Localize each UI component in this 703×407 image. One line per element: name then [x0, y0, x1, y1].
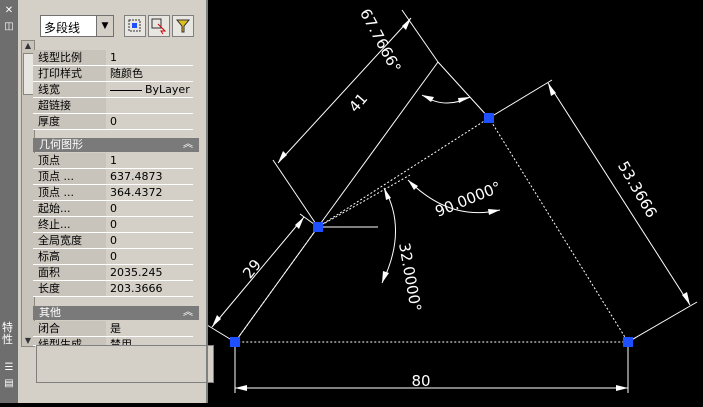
geom-row-vertex[interactable]: 顶点 1 [33, 153, 193, 169]
prop-value[interactable]: 637.4873 [107, 169, 193, 184]
close-icon[interactable]: ✕ [3, 6, 15, 16]
geom-row-elevation[interactable]: 标高 0 [33, 249, 193, 265]
grip-vertex-3[interactable] [484, 113, 494, 123]
description-box [36, 345, 214, 383]
prop-value[interactable] [107, 98, 193, 113]
select-objects-icon [151, 18, 167, 35]
prop-label: 标高 [33, 249, 106, 264]
prop-label: 面积 [33, 265, 106, 280]
section-geometry-header[interactable]: 几何图形 ︽ [33, 138, 199, 152]
geom-row-length[interactable]: 长度 203.3666 [33, 281, 193, 297]
palette-title-strip[interactable]: ✕ ◫ 特性 ☰ ▤ [0, 0, 18, 403]
grip-vertex-4[interactable] [623, 337, 633, 347]
misc-row-closed[interactable]: 闭合 是 [33, 321, 193, 337]
prop-value: 203.3666 [107, 281, 193, 296]
prop-label: 厚度 [33, 114, 106, 129]
select-objects-button[interactable] [148, 15, 170, 37]
prop-row-lineweight[interactable]: 线宽 ByLayer [33, 82, 193, 98]
quick-select-button[interactable] [124, 15, 146, 37]
properties-palette: ✕ ◫ 特性 ☰ ▤ ▲ ▼ 多段线 ▼ 线型比例 1 打印样式 随颜色 线宽 … [0, 0, 214, 403]
selected-polyline [234, 117, 629, 343]
prop-label: 终止... [33, 217, 106, 232]
geom-row-vertex-y[interactable]: 顶点 ... 364.4372 [33, 185, 193, 201]
grip-vertex-1[interactable] [230, 337, 240, 347]
prop-value: 2035.245 [107, 265, 193, 280]
dim-text-right: 53.3666 [614, 158, 661, 221]
lineweight-sample-icon [110, 89, 142, 91]
prop-label: 顶点 [33, 153, 106, 168]
palette-title: 特性 [2, 321, 13, 346]
prop-label: 顶点 ... [33, 185, 106, 200]
geom-row-vertex-x[interactable]: 顶点 ... 637.4873 [33, 169, 193, 185]
palette-border [206, 0, 208, 403]
prop-value[interactable]: 是 [107, 321, 193, 336]
prop-label: 超链接 [33, 98, 106, 113]
lineweight-text: ByLayer [145, 83, 190, 96]
section-title: 其他 [39, 306, 61, 319]
construction-line [317, 61, 439, 228]
prop-value[interactable]: 0 [107, 201, 193, 216]
prop-label: 线宽 [33, 82, 106, 97]
prop-value[interactable]: 0 [107, 249, 193, 264]
collapse-icon[interactable]: ︽ [183, 138, 193, 152]
properties-menu-icon[interactable]: ☰ [3, 363, 15, 373]
geom-row-global-width[interactable]: 全局宽度 0 [33, 233, 193, 249]
auto-hide-icon[interactable]: ◫ [3, 22, 15, 32]
prop-label: 起始... [33, 201, 106, 216]
geom-row-area[interactable]: 面积 2035.245 [33, 265, 193, 281]
prop-value[interactable]: 1 [107, 153, 193, 168]
prop-label: 长度 [33, 281, 106, 296]
quick-select-icon [128, 19, 141, 32]
prop-label: 顶点 ... [33, 169, 106, 184]
section-title: 几何图形 [39, 138, 83, 151]
dim-arc-center [381, 187, 396, 284]
prop-value[interactable]: ByLayer [107, 82, 193, 97]
prop-label: 打印样式 [33, 66, 106, 81]
object-type-value: 多段线 [44, 21, 81, 35]
prop-value[interactable]: 0 [107, 217, 193, 232]
construction-line-right [437, 61, 490, 119]
dim-line-right [547, 82, 691, 306]
dim-text-left: 29 [239, 256, 265, 282]
prop-value[interactable]: 364.4372 [107, 185, 193, 200]
dim-text-top-angle: 67.7666° [356, 6, 405, 76]
prop-value[interactable]: 0 [107, 114, 193, 129]
object-type-select[interactable]: 多段线 ▼ [40, 15, 114, 37]
prop-value[interactable]: 0 [107, 233, 193, 248]
geom-row-start-width[interactable]: 起始... 0 [33, 201, 193, 217]
prop-value[interactable]: 1 [107, 50, 193, 65]
pickadd-button[interactable] [172, 15, 194, 37]
grip-vertex-2[interactable] [313, 222, 323, 232]
dim-text-bottom: 80 [411, 372, 430, 390]
toggle-pickadd-icon [175, 19, 191, 33]
geom-row-end-width[interactable]: 终止... 0 [33, 217, 193, 233]
palette-options-icon[interactable]: ▤ [3, 379, 15, 389]
properties-panel: ▲ ▼ 多段线 ▼ 线型比例 1 打印样式 随颜色 线宽 ByLayer 超链接… [18, 0, 214, 403]
dim-text-top-left: 41 [345, 90, 371, 116]
prop-row-linetype-scale[interactable]: 线型比例 1 [33, 50, 193, 66]
prop-label: 线型比例 [33, 50, 106, 65]
collapse-icon[interactable]: ︽ [183, 306, 193, 320]
prop-label: 全局宽度 [33, 233, 106, 248]
angle-leg [317, 174, 411, 228]
dim-text-right-angle: 90.0000° [433, 178, 504, 221]
chevron-down-icon[interactable]: ▼ [96, 16, 113, 36]
prop-value[interactable]: 随颜色 [107, 66, 193, 81]
prop-row-hyperlink[interactable]: 超链接 [33, 98, 193, 114]
prop-row-thickness[interactable]: 厚度 0 [33, 114, 193, 130]
prop-row-plot-style[interactable]: 打印样式 随颜色 [33, 66, 193, 82]
prop-label: 闭合 [33, 321, 106, 336]
section-misc-header[interactable]: 其他 ︽ [33, 306, 199, 320]
dim-text-center-angle: 32.0000° [395, 241, 425, 313]
